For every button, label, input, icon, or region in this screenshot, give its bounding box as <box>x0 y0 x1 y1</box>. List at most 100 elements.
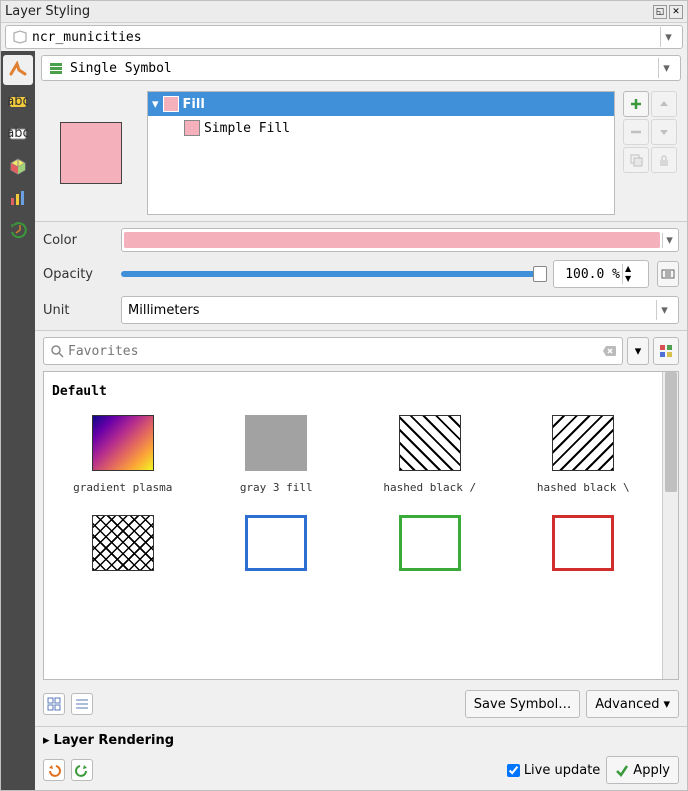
duplicate-layer-button[interactable] <box>623 147 649 173</box>
style-manager-button[interactable] <box>653 337 679 365</box>
tree-swatch <box>184 120 200 136</box>
tab-masks[interactable]: abc <box>3 119 33 149</box>
search-icon <box>50 344 64 358</box>
chevron-down-icon: ▾ <box>660 27 676 47</box>
gallery-item[interactable] <box>48 515 198 607</box>
unit-value: Millimeters <box>128 303 200 318</box>
symbol-preview <box>43 91 139 215</box>
layer-rendering-section[interactable]: ▸Layer Rendering <box>35 726 687 752</box>
opacity-row: Opacity ▲▼ <box>43 260 679 288</box>
tree-row-fill[interactable]: ▾ Fill <box>148 92 614 116</box>
symbol-preview-row: ▾ Fill Simple Fill <box>35 85 687 221</box>
main-area: Single Symbol ▾ ▾ Fill <box>35 51 687 790</box>
layer-select[interactable]: ncr_municities ▾ <box>5 25 683 49</box>
swatch-label: gradient plasma <box>73 481 172 507</box>
section-title: Layer Rendering <box>54 733 175 748</box>
advanced-button[interactable]: Advanced▾ <box>586 690 679 718</box>
redo-button[interactable] <box>71 759 93 781</box>
check-icon <box>615 763 629 777</box>
favorites-row: ▾ <box>35 331 687 371</box>
symbol-gallery-wrap: Default gradient plasma gray 3 fill h <box>43 371 679 680</box>
color-swatch <box>124 232 660 248</box>
list-view-button[interactable] <box>71 693 93 715</box>
titlebar: Layer Styling ◱ ✕ <box>1 1 687 23</box>
gallery-item[interactable]: gradient plasma <box>48 415 198 507</box>
favorites-menu-button[interactable]: ▾ <box>627 337 649 365</box>
tab-diagrams[interactable] <box>3 183 33 213</box>
spin-down-icon[interactable]: ▼ <box>623 274 633 284</box>
undo-button[interactable] <box>43 759 65 781</box>
color-row: Color ▾ <box>43 228 679 252</box>
chevron-down-icon: ▾ <box>656 300 672 320</box>
layer-name: ncr_municities <box>32 30 142 45</box>
swatch-gray-fill <box>245 415 307 471</box>
spin-up-icon[interactable]: ▲ <box>623 264 633 274</box>
svg-text:abc: abc <box>8 126 28 141</box>
color-button[interactable]: ▾ <box>121 228 679 252</box>
clear-icon[interactable] <box>602 344 616 358</box>
panel-title: Layer Styling <box>5 4 651 19</box>
gallery-toolbar: Save Symbol… Advanced▾ <box>35 686 687 726</box>
tab-symbology[interactable] <box>3 55 33 85</box>
remove-layer-button[interactable] <box>623 119 649 145</box>
add-layer-button[interactable] <box>623 91 649 117</box>
chevron-down-icon: ▾ <box>658 58 674 78</box>
unit-label: Unit <box>43 303 113 318</box>
dock-icon[interactable]: ◱ <box>653 5 667 19</box>
scrollbar-thumb[interactable] <box>665 372 677 492</box>
tab-rail: abc abc <box>1 51 35 790</box>
move-down-button[interactable] <box>651 119 677 145</box>
expand-icon: ▾ <box>152 97 159 112</box>
renderer-select[interactable]: Single Symbol ▾ <box>41 55 681 81</box>
data-defined-button[interactable] <box>657 261 679 287</box>
live-update-checkbox[interactable]: Live update <box>507 763 600 778</box>
gallery-scrollbar[interactable] <box>662 372 678 679</box>
symbol-properties: Color ▾ Opacity ▲▼ Unit <box>35 221 687 331</box>
gallery-grid: gradient plasma gray 3 fill hashed black… <box>48 415 658 607</box>
opacity-spinbox[interactable]: ▲▼ <box>553 260 649 288</box>
swatch-outline-red <box>552 515 614 571</box>
swatch-hash-fwd <box>399 415 461 471</box>
renderer-label: Single Symbol <box>70 61 172 76</box>
gallery-item[interactable] <box>509 515 659 607</box>
close-icon[interactable]: ✕ <box>669 5 683 19</box>
gallery-item[interactable]: gray 3 fill <box>202 415 352 507</box>
unit-row: Unit Millimeters ▾ <box>43 296 679 324</box>
tab-3d[interactable] <box>3 151 33 181</box>
lock-layer-button[interactable] <box>651 147 677 173</box>
swatch-label: gray 3 fill <box>240 481 313 507</box>
unit-select[interactable]: Millimeters ▾ <box>121 296 679 324</box>
symbol-layer-tree[interactable]: ▾ Fill Simple Fill <box>147 91 615 215</box>
renderer-row: Single Symbol ▾ <box>35 51 687 85</box>
preview-swatch <box>60 122 122 184</box>
swatch-outline-blue <box>245 515 307 571</box>
gallery-item[interactable] <box>355 515 505 607</box>
symbol-gallery[interactable]: Default gradient plasma gray 3 fill h <box>44 372 662 679</box>
live-update-input[interactable] <box>507 764 520 777</box>
chevron-down-icon: ▾ <box>662 233 676 248</box>
gallery-item[interactable]: hashed black / <box>355 415 505 507</box>
favorites-search[interactable] <box>43 337 623 365</box>
opacity-label: Opacity <box>43 267 113 282</box>
tab-labels[interactable]: abc <box>3 87 33 117</box>
opacity-slider[interactable] <box>121 271 545 277</box>
layer-row: ncr_municities ▾ <box>1 23 687 51</box>
apply-button[interactable]: Apply <box>606 756 679 784</box>
slider-thumb[interactable] <box>533 266 547 282</box>
tree-row-simple-fill[interactable]: Simple Fill <box>148 116 614 140</box>
move-up-button[interactable] <box>651 91 677 117</box>
opacity-input[interactable] <box>554 267 622 282</box>
color-label: Color <box>43 233 113 248</box>
swatch-crosshatch <box>92 515 154 571</box>
icon-view-button[interactable] <box>43 693 65 715</box>
body: abc abc Single Symbol ▾ <box>1 51 687 790</box>
gallery-item[interactable]: hashed black \ <box>509 415 659 507</box>
swatch-hash-back <box>552 415 614 471</box>
gallery-item[interactable] <box>202 515 352 607</box>
symbol-layer-buttons <box>623 91 679 215</box>
single-symbol-icon <box>48 60 64 76</box>
tab-history[interactable] <box>3 215 33 245</box>
save-symbol-button[interactable]: Save Symbol… <box>465 690 580 718</box>
favorites-input[interactable] <box>68 344 598 359</box>
swatch-label: hashed black / <box>383 481 476 507</box>
